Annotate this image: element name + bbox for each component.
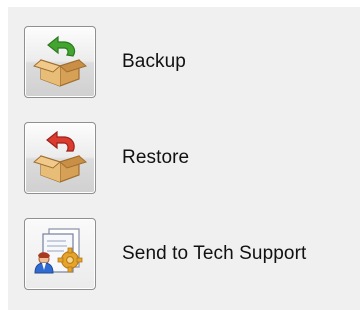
backup-button[interactable] xyxy=(24,25,96,98)
send-to-tech-support-button[interactable] xyxy=(24,217,96,290)
support-document-icon xyxy=(34,227,83,273)
restore-action[interactable]: Restore xyxy=(24,120,344,195)
backup-action[interactable]: Backup xyxy=(24,24,344,99)
restore-label: Restore xyxy=(122,146,190,168)
box-green-arrow-icon xyxy=(33,35,87,87)
send-to-tech-support-action[interactable]: Send to Tech Support xyxy=(24,216,344,291)
backup-label: Backup xyxy=(122,50,186,72)
restore-button[interactable] xyxy=(24,121,96,194)
box-red-arrow-icon xyxy=(33,130,87,183)
send-to-tech-support-label: Send to Tech Support xyxy=(122,242,307,264)
